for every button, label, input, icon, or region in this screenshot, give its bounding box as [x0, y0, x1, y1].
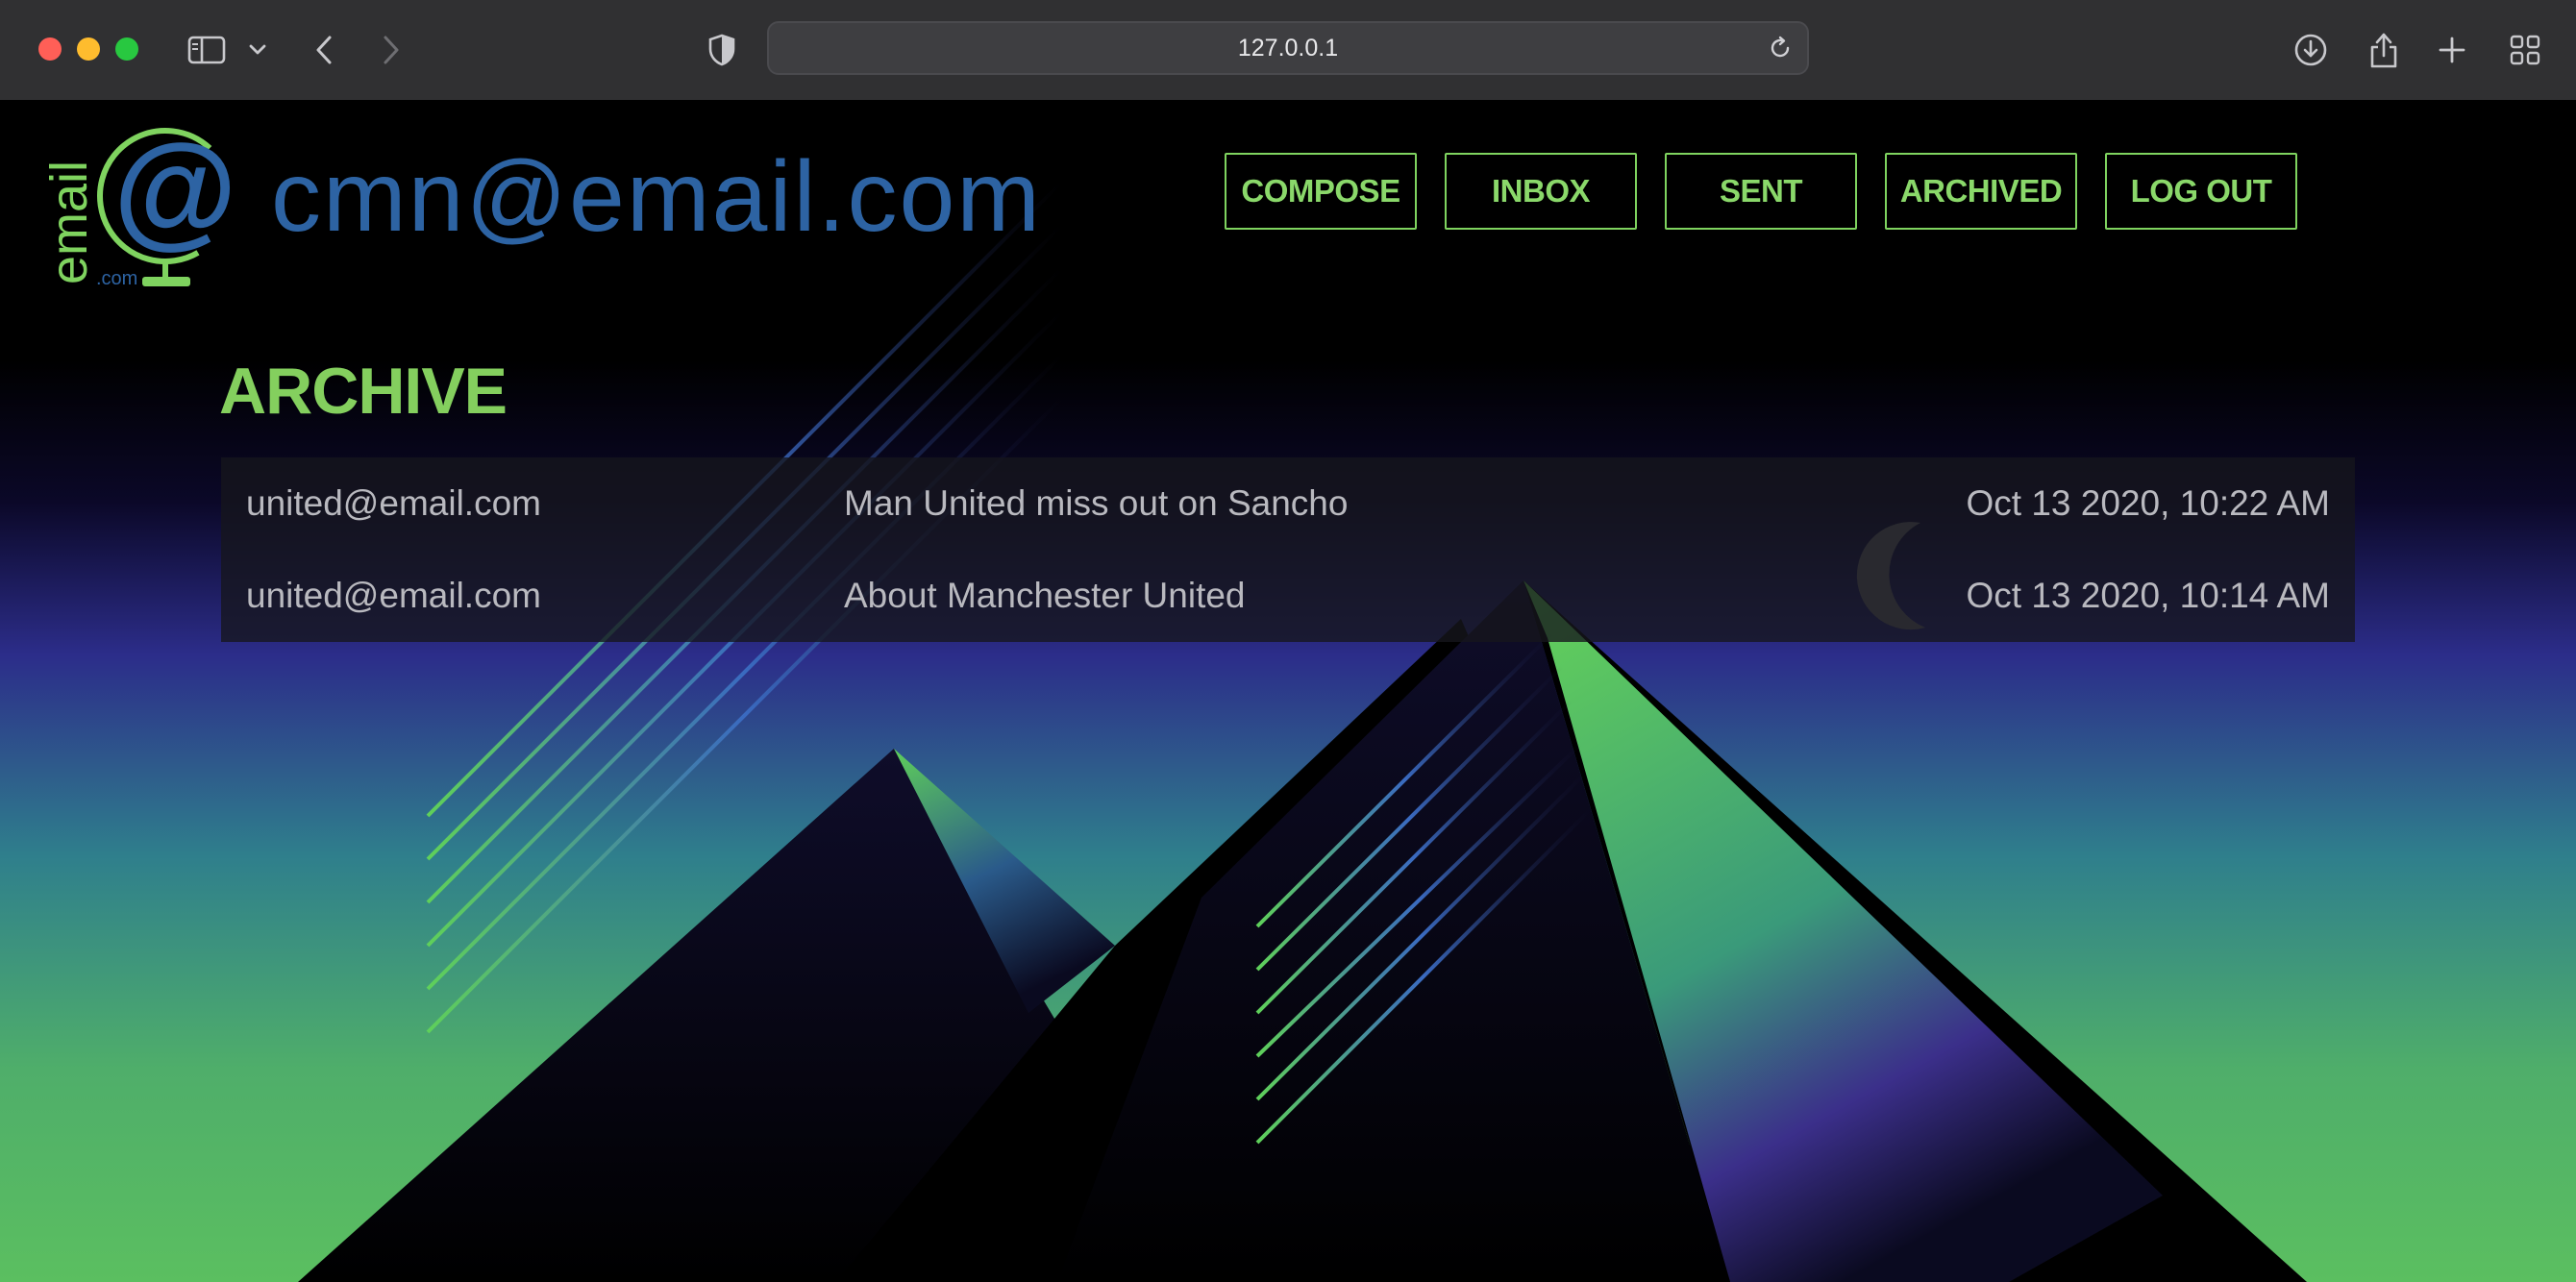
email-list: united@email.com Man United miss out on …: [221, 457, 2355, 642]
close-window-button[interactable]: [38, 37, 62, 61]
logo-wordmark: email: [40, 160, 98, 284]
share-icon[interactable]: [2365, 29, 2403, 71]
maximize-window-button[interactable]: [115, 37, 138, 61]
svg-text:@: @: [113, 119, 237, 259]
sent-button[interactable]: SENT: [1665, 153, 1857, 230]
email-row[interactable]: united@email.com Man United miss out on …: [221, 457, 2355, 550]
url-text: 127.0.0.1: [1237, 34, 1339, 62]
email-row[interactable]: united@email.com About Manchester United…: [221, 550, 2355, 642]
compose-button[interactable]: COMPOSE: [1225, 153, 1417, 230]
new-tab-plus-icon[interactable]: [2436, 29, 2468, 71]
web-page: email @ .com cmn@email.com COMPOSE INBOX…: [0, 100, 2576, 1282]
email-timestamp: Oct 13 2020, 10:14 AM: [1966, 576, 2330, 615]
back-arrow-icon[interactable]: [310, 29, 338, 71]
minimize-window-button[interactable]: [77, 37, 100, 61]
logout-button[interactable]: LOG OUT: [2105, 153, 2297, 230]
browser-toolbar: 127.0.0.1: [0, 0, 2576, 101]
forward-arrow-icon[interactable]: [377, 29, 406, 71]
privacy-shield-icon[interactable]: [706, 29, 738, 71]
browser-window: 127.0.0.1 email @ .com cmn@email.com COM…: [0, 0, 2576, 1282]
email-sender: united@email.com: [246, 483, 541, 523]
email-timestamp: Oct 13 2020, 10:22 AM: [1966, 483, 2330, 523]
background-artwork: [0, 100, 2576, 1282]
reload-icon[interactable]: [1767, 35, 1794, 62]
archived-button[interactable]: ARCHIVED: [1885, 153, 2077, 230]
sidebar-toggle-icon[interactable]: [185, 29, 229, 71]
email-sender: united@email.com: [246, 576, 541, 615]
email-logo: email @ .com: [40, 119, 237, 289]
mailbox-title: ARCHIVE: [219, 355, 508, 428]
logo-suffix: .com: [96, 268, 137, 289]
download-icon[interactable]: [2291, 29, 2330, 71]
inbox-button[interactable]: INBOX: [1445, 153, 1637, 230]
tab-overview-icon[interactable]: [2507, 29, 2543, 71]
email-subject: Man United miss out on Sancho: [844, 483, 1349, 523]
email-subject: About Manchester United: [844, 576, 1246, 615]
address-bar[interactable]: 127.0.0.1: [767, 21, 1809, 75]
current-user-email: cmn@email.com: [271, 141, 1042, 253]
chevron-down-icon[interactable]: [246, 29, 269, 71]
